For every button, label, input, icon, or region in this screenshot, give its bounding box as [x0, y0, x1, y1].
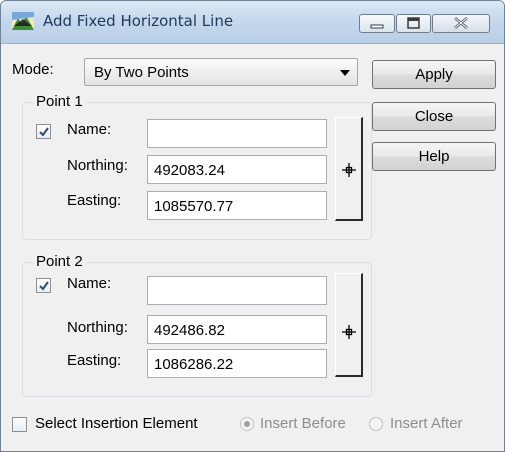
insert-after-radio[interactable] [369, 417, 383, 431]
point1-group: Point 1 Name: Northing: 492083.24 Eastin… [22, 93, 372, 240]
close-window-button[interactable] [432, 14, 490, 33]
crosshair-icon [342, 163, 356, 177]
mode-label: Mode: [12, 61, 54, 78]
point1-easting-label: Easting: [67, 192, 122, 209]
close-button[interactable]: Close [372, 102, 496, 131]
radio-selected-dot [244, 421, 250, 427]
minimize-icon [370, 24, 384, 29]
mode-selected-value: By Two Points [94, 64, 189, 81]
window-title: Add Fixed Horizontal Line [43, 12, 234, 30]
point2-easting-label: Easting: [67, 352, 122, 369]
point1-northing-field[interactable]: 492083.24 [147, 155, 327, 184]
point1-easting-field[interactable]: 1085570.77 [147, 191, 327, 220]
point1-name-label: Name: [67, 121, 112, 138]
select-insertion-checkbox[interactable] [12, 417, 27, 432]
point2-northing-label: Northing: [67, 319, 128, 336]
chevron-down-icon [340, 70, 350, 76]
select-insertion-label: Select Insertion Element [35, 415, 198, 432]
point2-title: Point 2 [33, 253, 86, 270]
app-icon [12, 12, 34, 30]
point1-pick-button[interactable] [335, 117, 363, 221]
maximize-button[interactable] [396, 14, 431, 33]
point1-name-field[interactable] [147, 119, 327, 148]
title-bar[interactable]: Add Fixed Horizontal Line [1, 1, 504, 44]
point1-name-checkbox[interactable] [36, 124, 51, 139]
close-icon [454, 17, 468, 29]
point2-name-field[interactable] [147, 276, 327, 305]
check-icon [39, 127, 49, 137]
check-icon [39, 281, 49, 291]
point2-pick-button[interactable] [335, 273, 363, 377]
point2-easting-field[interactable]: 1086286.22 [147, 349, 327, 378]
point2-northing-field[interactable]: 492486.82 [147, 315, 327, 344]
mode-dropdown[interactable]: By Two Points [84, 58, 358, 86]
insert-before-label: Insert Before [260, 415, 346, 432]
insert-after-label: Insert After [390, 415, 463, 432]
apply-button[interactable]: Apply [372, 60, 496, 89]
point1-title: Point 1 [33, 93, 86, 110]
point2-group: Point 2 Name: Northing: 492486.82 Eastin… [22, 253, 372, 397]
insert-before-radio[interactable] [240, 417, 254, 431]
help-button[interactable]: Help [372, 142, 496, 171]
crosshair-icon [342, 325, 356, 339]
minimize-button[interactable] [359, 14, 395, 33]
maximize-icon [407, 17, 420, 29]
dialog-window: Add Fixed Horizontal Line Mode: By Two P… [0, 0, 505, 452]
point2-name-checkbox[interactable] [36, 278, 51, 293]
point1-northing-label: Northing: [67, 157, 128, 174]
point2-name-label: Name: [67, 275, 112, 292]
